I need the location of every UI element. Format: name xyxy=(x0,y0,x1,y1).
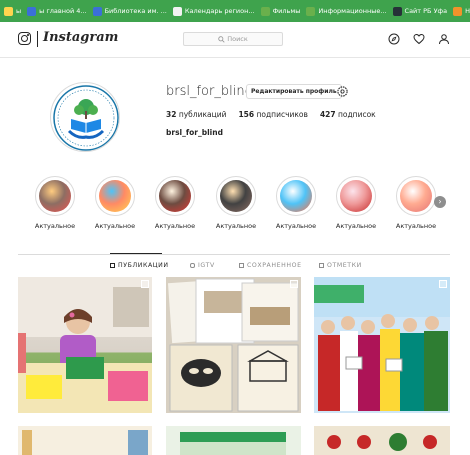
highlight-item[interactable]: Актуальное xyxy=(274,176,318,230)
highlight-cover xyxy=(276,176,316,216)
bookmark-favicon-icon xyxy=(392,6,402,16)
bookmark-item[interactable]: Фильмы xyxy=(260,6,301,16)
highlight-image xyxy=(220,180,252,212)
highlight-image xyxy=(400,180,432,212)
highlight-label: Актуальное xyxy=(215,222,257,230)
instagram-camera-icon[interactable] xyxy=(18,32,31,45)
tab-tagged[interactable]: ОТМЕТКИ xyxy=(319,262,362,269)
settings-gear-icon[interactable] xyxy=(336,85,349,98)
logo-divider xyxy=(37,31,38,47)
bookmark-favicon-icon xyxy=(4,6,13,16)
highlight-item[interactable]: Актуальное xyxy=(33,176,77,230)
post-thumbnail-4[interactable] xyxy=(18,426,152,455)
top-navigation: Instagram Поиск xyxy=(0,22,470,58)
highlight-image xyxy=(159,180,191,212)
post-thumbnail-5[interactable] xyxy=(166,426,301,455)
tag-person-icon xyxy=(319,263,324,268)
bookmark-favicon-icon xyxy=(92,6,102,16)
highlights-next-arrow[interactable]: › xyxy=(434,196,446,208)
profile-username: brsl_for_blind xyxy=(166,84,253,99)
bookmark-favicon-icon xyxy=(453,6,463,16)
highlight-cover xyxy=(155,176,195,216)
tabs-divider xyxy=(18,254,450,255)
bookmark-icon xyxy=(239,263,244,268)
post-2-image xyxy=(166,277,301,413)
highlight-label: Актуальное xyxy=(395,222,437,230)
highlight-item[interactable]: Актуальное xyxy=(334,176,378,230)
highlight-image xyxy=(39,180,71,212)
active-tab-indicator xyxy=(110,253,162,254)
search-placeholder: Поиск xyxy=(227,35,248,43)
highlight-item[interactable]: Актуальное xyxy=(93,176,137,230)
highlight-image xyxy=(99,180,131,212)
tab-saved[interactable]: СОХРАНЕННОЕ xyxy=(239,262,302,269)
profile-full-name: brsl_for_blind xyxy=(166,128,223,137)
bookmark-label: ы xyxy=(16,7,22,15)
bookmark-item[interactable]: Информационные... xyxy=(306,6,387,16)
bookmark-item[interactable]: ы главной 4... xyxy=(27,6,87,16)
compass-icon[interactable] xyxy=(388,33,400,45)
bookmark-item[interactable]: Библиотека им. ... xyxy=(92,6,167,16)
highlight-image xyxy=(280,180,312,212)
search-icon xyxy=(218,35,225,43)
post-1-image xyxy=(18,277,152,413)
profile-stats: 32 публикаций 156 подписчиков 427 подпис… xyxy=(166,110,376,119)
instagram-logo[interactable]: Instagram xyxy=(43,30,118,45)
post-thumbnail-6[interactable] xyxy=(314,426,450,455)
stat-following[interactable]: 427 подписок xyxy=(320,110,376,119)
post-thumbnail-1[interactable] xyxy=(18,277,152,413)
multiple-photos-icon xyxy=(141,280,149,288)
highlight-cover xyxy=(336,176,376,216)
post-4-image xyxy=(18,426,152,455)
multiple-photos-icon xyxy=(439,280,447,288)
bookmark-label: Информационные... xyxy=(318,7,387,15)
highlight-label: Актуальное xyxy=(335,222,377,230)
stat-posts: 32 публикаций xyxy=(166,110,227,119)
bookmark-favicon-icon xyxy=(306,6,316,16)
bookmarks-bar: ы ы главной 4... Библиотека им. ... Календа… xyxy=(0,0,470,22)
bookmark-favicon-icon xyxy=(27,6,37,16)
highlight-image xyxy=(340,180,372,212)
library-logo-image xyxy=(53,85,119,151)
highlight-label: Актуальное xyxy=(275,222,317,230)
bookmark-favicon-icon xyxy=(172,6,182,16)
highlight-label: Актуальное xyxy=(154,222,196,230)
highlight-cover xyxy=(396,176,436,216)
highlight-cover xyxy=(35,176,75,216)
bookmark-label: Библиотека им. ... xyxy=(104,7,167,15)
multiple-photos-icon xyxy=(290,280,298,288)
edit-profile-button[interactable]: Редактировать профиль xyxy=(246,84,342,99)
post-5-image xyxy=(166,426,301,455)
highlight-cover xyxy=(95,176,135,216)
bookmark-item[interactable]: Календарь регион... xyxy=(172,6,255,16)
bookmark-item[interactable]: Сайт РБ Уфа xyxy=(392,6,448,16)
post-thumbnail-3[interactable] xyxy=(314,277,450,413)
bookmark-label: Сайт РБ Уфа xyxy=(404,7,448,15)
highlight-cover xyxy=(216,176,256,216)
bookmark-label: Нашет xyxy=(465,7,470,15)
post-6-image xyxy=(314,426,450,455)
profile-icon[interactable] xyxy=(438,33,450,45)
tab-posts[interactable]: ПУБЛИКАЦИИ xyxy=(110,262,169,269)
post-3-image xyxy=(314,277,450,411)
highlight-item[interactable]: Актуальное xyxy=(153,176,197,230)
post-thumbnail-2[interactable] xyxy=(166,277,301,413)
highlight-item[interactable]: Актуальное xyxy=(214,176,258,230)
bookmark-favicon-icon xyxy=(260,6,270,16)
bookmark-item[interactable]: Нашет xyxy=(453,6,470,16)
stat-followers[interactable]: 156 подписчиков xyxy=(238,110,307,119)
heart-icon[interactable] xyxy=(413,33,425,45)
grid-icon xyxy=(110,263,115,268)
highlight-label: Актуальное xyxy=(94,222,136,230)
bookmark-label: ы главной 4... xyxy=(39,7,87,15)
search-input[interactable]: Поиск xyxy=(183,32,283,46)
bookmark-item[interactable]: ы xyxy=(4,6,22,16)
bookmark-label: Календарь регион... xyxy=(184,7,255,15)
tab-igtv[interactable]: IGTV xyxy=(190,262,215,269)
highlight-item[interactable]: Актуальное xyxy=(394,176,438,230)
highlight-label: Актуальное xyxy=(34,222,76,230)
bookmark-label: Фильмы xyxy=(272,7,301,15)
igtv-icon xyxy=(190,263,195,268)
profile-avatar[interactable] xyxy=(50,82,120,152)
